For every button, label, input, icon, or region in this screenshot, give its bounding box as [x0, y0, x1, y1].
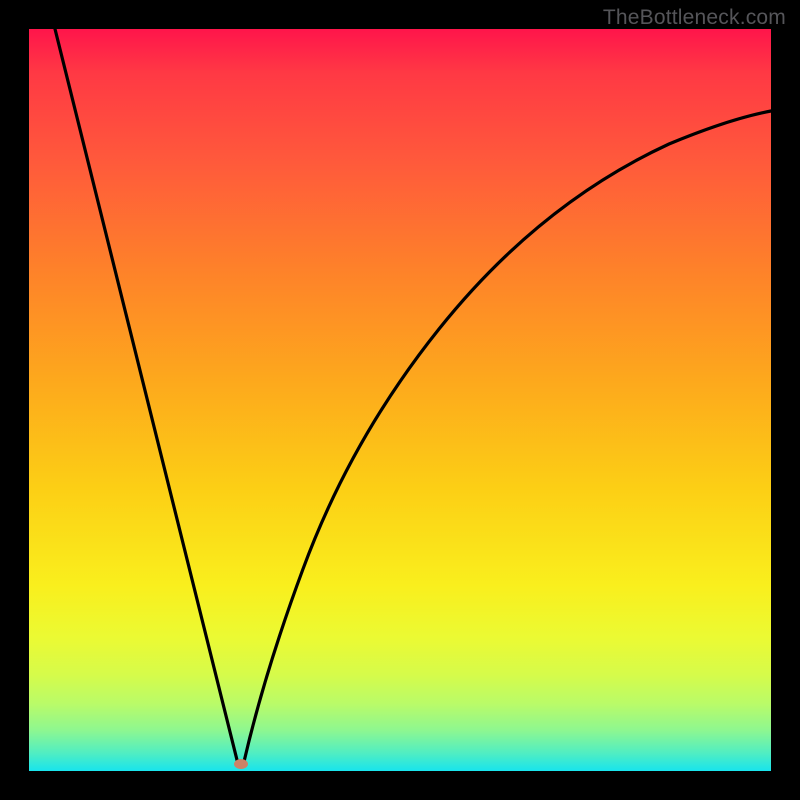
- curve-left-branch: [55, 29, 238, 764]
- plot-area: [29, 29, 771, 771]
- chart-frame: TheBottleneck.com: [0, 0, 800, 800]
- min-marker-dot: [234, 759, 248, 769]
- curve-right-branch: [243, 111, 771, 766]
- watermark-text: TheBottleneck.com: [603, 6, 786, 30]
- bottleneck-curve: [29, 29, 771, 771]
